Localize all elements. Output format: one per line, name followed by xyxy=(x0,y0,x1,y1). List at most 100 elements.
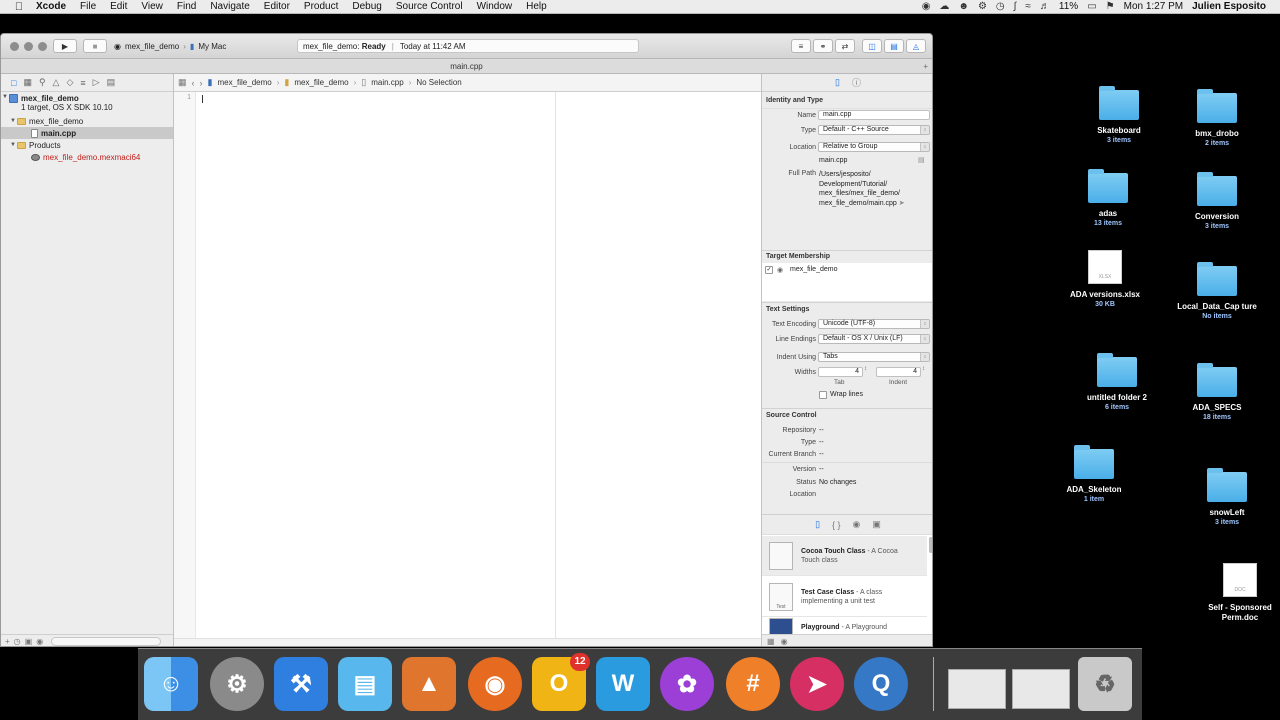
close-window-button[interactable] xyxy=(10,42,19,51)
code-snippet-icon[interactable]: { } xyxy=(832,520,841,530)
stop-button[interactable]: ■ xyxy=(83,39,107,53)
desktop-item-conversion[interactable]: Conversion 3 items xyxy=(1172,172,1262,231)
gear-icon[interactable]: ⚙ xyxy=(978,1,987,12)
disclosure-down-icon[interactable]: ▼ xyxy=(9,142,17,148)
crumb-group[interactable]: mex_file_demo xyxy=(294,78,348,87)
symbol-icon[interactable]: ▦ xyxy=(23,77,32,88)
back-icon[interactable]: ‹ xyxy=(192,78,195,88)
slack-icon[interactable]: # xyxy=(726,657,780,711)
search-icon[interactable]: ⚲ xyxy=(39,77,46,88)
airmail-icon[interactable]: ➤ xyxy=(790,657,844,711)
system-preferences-icon[interactable]: ⚙ xyxy=(210,657,264,711)
filter-box-icon[interactable]: ▣ xyxy=(25,637,33,646)
source-editor[interactable]: 1 xyxy=(174,92,761,646)
toggle-utilities-button[interactable]: ◬ xyxy=(906,39,926,53)
target-checkbox[interactable]: ✓ xyxy=(765,266,773,274)
menu-user[interactable]: Julien Esposito xyxy=(1192,1,1266,12)
disclosure-down-icon[interactable]: ▼ xyxy=(1,94,9,100)
related-items-icon[interactable]: ▦ xyxy=(178,77,187,88)
encoding-popup[interactable]: Unicode (UTF-8) ↕ xyxy=(818,319,930,329)
file-inspector-icon[interactable]: ▯ xyxy=(835,77,840,88)
debug-icon[interactable]: ≡ xyxy=(80,78,85,88)
name-field[interactable]: main.cpp xyxy=(818,110,930,120)
word-icon[interactable]: W xyxy=(596,657,650,711)
flag-icon[interactable]: ⚑ xyxy=(1106,1,1115,12)
tree-project[interactable]: ▼ mex_file_demo 1 target, OS X SDK 10.10 xyxy=(1,94,173,114)
folder-icon[interactable]: ▤ xyxy=(918,156,925,164)
desktop-item-ada-versions[interactable]: XLSX ADA versions.xlsx 30 KB xyxy=(1060,250,1150,309)
report-icon[interactable]: ▤ xyxy=(107,77,116,88)
wifi-icon[interactable]: ≈ xyxy=(1025,1,1031,12)
desktop-item-self-sponsored-perm[interactable]: DOC Self - Sponsored Perm.doc xyxy=(1195,563,1280,623)
tree-group[interactable]: ▼ mex_file_demo xyxy=(1,115,173,127)
outlook-icon[interactable]: O 12 xyxy=(532,653,590,711)
battery-percent[interactable]: 11% xyxy=(1059,1,1078,12)
xcode-icon[interactable]: ⚒ xyxy=(274,657,328,711)
menu-edit[interactable]: Edit xyxy=(110,1,127,12)
desktop-item-local-data-capture[interactable]: Local_Data_Cap ture No items xyxy=(1172,262,1262,321)
time-machine-icon[interactable]: ◷ xyxy=(996,1,1005,12)
menu-editor[interactable]: Editor xyxy=(264,1,290,12)
run-button[interactable]: ▶ xyxy=(53,39,77,53)
crumb-file[interactable]: main.cpp xyxy=(371,78,403,87)
forward-icon[interactable]: › xyxy=(200,78,203,88)
grid-view-icon[interactable]: ▦ xyxy=(767,637,775,646)
desktop-item-bmx-drobo[interactable]: bmx_drobo 2 items xyxy=(1172,89,1262,148)
breakpoint-icon[interactable]: ▷ xyxy=(93,77,100,88)
toggle-navigator-button[interactable]: ◫ xyxy=(862,39,882,53)
disclosure-down-icon[interactable]: ▼ xyxy=(9,118,17,124)
minimized-window-1[interactable] xyxy=(948,669,1006,709)
file-template-icon[interactable]: ▯ xyxy=(815,519,820,530)
zoom-window-button[interactable] xyxy=(38,42,47,51)
tab-stepper-icon[interactable]: ↕ xyxy=(864,366,867,372)
tab-width-field[interactable]: 4 xyxy=(818,367,863,377)
navigator-filter-input[interactable] xyxy=(51,637,162,646)
tree-products[interactable]: ▼ Products xyxy=(1,139,173,151)
record-icon[interactable]: ◉ xyxy=(922,1,931,12)
menu-window[interactable]: Window xyxy=(477,1,513,12)
scheme-selector[interactable]: ◉ mex_file_demo › ▮ My Mac xyxy=(114,39,226,53)
object-library-icon[interactable]: ◉ xyxy=(853,519,861,530)
flower-app-icon[interactable]: ✿ xyxy=(660,657,714,711)
menu-app-name[interactable]: Xcode xyxy=(36,1,66,12)
trash-icon[interactable]: ♻ xyxy=(1078,657,1132,711)
filter-icon[interactable]: ◉ xyxy=(781,637,788,646)
wrap-lines-checkbox[interactable] xyxy=(819,391,827,399)
desktop-item-ada-specs[interactable]: ADA_SPECS 18 items xyxy=(1172,363,1262,422)
minimized-window-2[interactable] xyxy=(1012,669,1070,709)
menu-help[interactable]: Help xyxy=(526,1,547,12)
matlab-icon[interactable]: ▲ xyxy=(402,657,456,711)
folder-icon[interactable]: ▤ xyxy=(338,657,392,711)
quicktime-icon[interactable]: Q xyxy=(854,657,908,711)
menu-view[interactable]: View xyxy=(141,1,163,12)
battery-icon[interactable]: ▭ xyxy=(1087,1,1096,12)
warning-icon[interactable]: △ xyxy=(53,77,60,88)
reveal-arrow-icon[interactable]: ➤ xyxy=(899,200,905,207)
assistant-editor-button[interactable]: ⚭ xyxy=(813,39,833,53)
tree-file-main-cpp[interactable]: main.cpp xyxy=(1,127,173,139)
library-scrollbar[interactable] xyxy=(929,537,932,553)
minimize-window-button[interactable] xyxy=(24,42,33,51)
library-item-cocoa-touch-class[interactable]: Cocoa Touch Class - A Cocoa Touch class xyxy=(762,536,927,576)
type-popup[interactable]: Default - C++ Source ↕ xyxy=(818,125,930,135)
apple-icon[interactable]:  xyxy=(12,1,26,13)
location-popup[interactable]: Relative to Group ↕ xyxy=(818,142,930,152)
clock-icon[interactable]: ◷ xyxy=(14,637,21,646)
indent-width-field[interactable]: 4 xyxy=(876,367,921,377)
crumb-project[interactable]: mex_file_demo xyxy=(217,78,271,87)
firefox-icon[interactable]: ◉ xyxy=(468,657,522,711)
media-library-icon[interactable]: ▣ xyxy=(872,519,881,530)
indent-stepper-icon[interactable]: ↕ xyxy=(922,366,925,372)
menu-product[interactable]: Product xyxy=(304,1,338,12)
indent-popup[interactable]: Tabs ↕ xyxy=(818,352,930,362)
add-icon[interactable]: + xyxy=(5,637,10,646)
folder-icon[interactable]: □ xyxy=(11,78,16,88)
desktop-item-adas[interactable]: adas 13 items xyxy=(1063,169,1153,228)
cloud-icon[interactable]: ☁ xyxy=(939,1,949,12)
volume-icon[interactable]: ♬ xyxy=(1040,1,1050,12)
add-tab-icon[interactable]: + xyxy=(923,59,928,74)
menu-source-control[interactable]: Source Control xyxy=(396,1,463,12)
finder-icon[interactable]: ☺ xyxy=(144,657,198,711)
toggle-debug-area-button[interactable]: ▤ xyxy=(884,39,904,53)
endings-popup[interactable]: Default - OS X / Unix (LF) ↕ xyxy=(818,334,930,344)
